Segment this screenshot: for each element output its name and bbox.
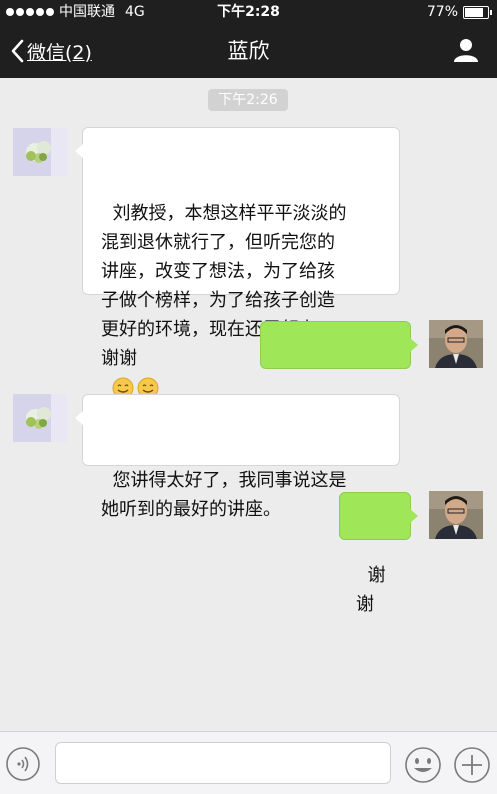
profile-button[interactable] [453,38,479,66]
message-bubble-incoming[interactable]: 您讲得太好了，我同事说这是 她听到的最好的讲座。 [75,394,400,520]
voice-icon [6,747,40,781]
message-bubble-incoming[interactable]: 刘教授，本想这样平平淡淡的 混到退休就行了，但听完您的 讲座，改变了想法，为了给… [75,127,400,399]
battery-icon [463,5,492,19]
more-button[interactable] [453,746,491,784]
voice-input-button[interactable] [5,746,41,782]
contact-avatar[interactable] [13,128,67,176]
flower-image [13,394,67,442]
chat-timestamp: 下午2:26 [208,89,288,111]
battery-percent: 77% [426,4,458,20]
status-bar: 中国联通 4G 下午2:28 77% [0,0,497,24]
person-icon [454,39,478,62]
man-photo [429,320,483,368]
chat-title: 蓝欣 [227,39,270,63]
status-time: 下午2:28 [217,4,280,20]
flower-image [13,128,67,176]
message-bubble-outgoing[interactable]: 是啊 [260,321,418,444]
emoji-button[interactable] [404,746,442,784]
man-photo [429,491,483,539]
my-avatar[interactable] [429,320,483,368]
contact-avatar[interactable] [13,394,67,442]
my-avatar[interactable] [429,491,483,539]
message-bubble-outgoing[interactable]: 谢谢 [339,492,418,615]
smiley-icon [405,747,441,783]
input-bar [0,731,497,794]
nav-bar: 微信(2) 蓝欣 [0,24,497,78]
plus-icon [454,747,490,783]
message-text: 您讲得太好了，我同事说这是 她听到的最好的讲座。 [101,470,347,520]
message-text: 谢谢 [356,565,386,615]
top-bar: 中国联通 4G 下午2:28 77% 微信(2) 蓝欣 [0,0,497,78]
message-input[interactable] [55,742,391,784]
